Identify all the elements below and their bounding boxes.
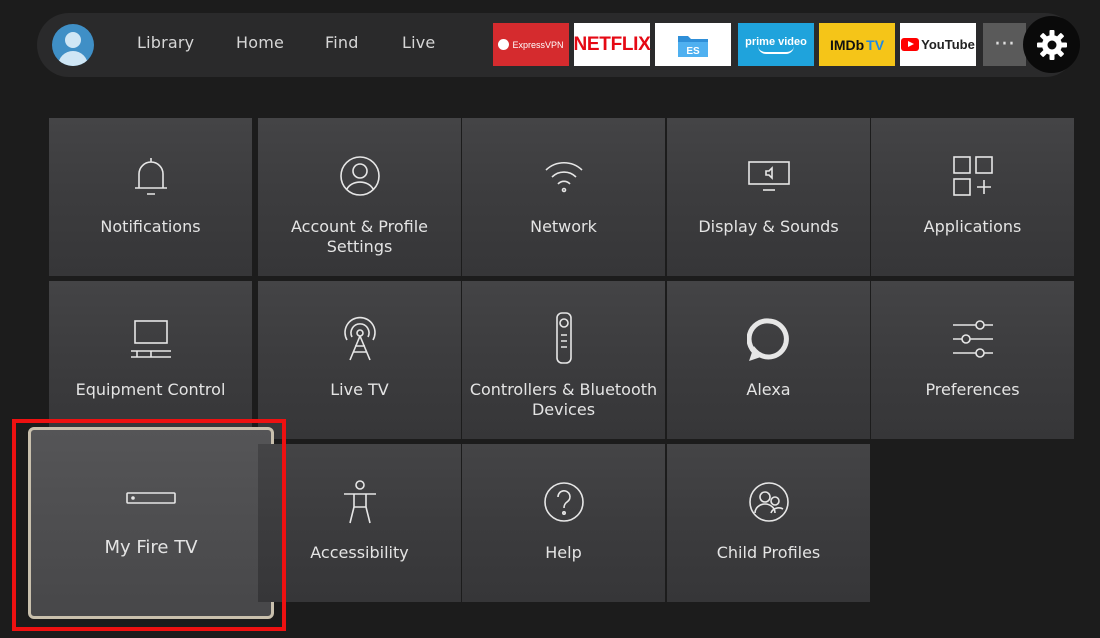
tile-my-fire-tv[interactable]: My Fire TV <box>28 427 274 619</box>
profile-avatar[interactable] <box>52 24 94 66</box>
tile-label: Help <box>545 543 582 562</box>
imdb-label: IMDb <box>829 36 865 53</box>
tile-display-sounds[interactable]: Display & Sounds <box>667 118 870 276</box>
imdb-tv-label: TV <box>866 36 885 53</box>
tile-label: Alexa <box>746 380 791 399</box>
tile-label: Network <box>530 217 597 236</box>
remote-icon <box>554 311 574 365</box>
child-profiles-icon <box>747 478 791 526</box>
tile-preferences[interactable]: Preferences <box>871 281 1074 439</box>
sliders-icon <box>950 315 996 363</box>
nav-live[interactable]: Live <box>402 33 435 52</box>
help-icon <box>542 478 586 526</box>
wifi-icon <box>542 152 586 200</box>
more-apps-button[interactable]: ··· <box>983 23 1026 66</box>
nav-library[interactable]: Library <box>137 33 194 52</box>
fire-tv-stick-icon <box>125 486 177 510</box>
nav-home[interactable]: Home <box>236 33 284 52</box>
tile-label: Account & Profile Settings <box>291 217 428 256</box>
settings-button[interactable] <box>1023 16 1080 73</box>
expressvpn-label: ExpressVPN <box>512 39 564 50</box>
tile-label: Child Profiles <box>716 543 821 562</box>
youtube-play-icon <box>901 38 920 51</box>
tile-label: Preferences <box>925 380 1020 399</box>
tile-label: My Fire TV <box>104 537 198 558</box>
tile-notifications[interactable]: Notifications <box>49 118 252 276</box>
tile-account-profile-settings[interactable]: Account & Profile Settings <box>258 118 461 276</box>
tile-label: Applications <box>923 217 1022 236</box>
tile-label: Notifications <box>100 217 201 236</box>
app-es-file-explorer[interactable]: ES <box>655 23 731 66</box>
expressvpn-logo-icon <box>498 39 510 50</box>
app-prime-video[interactable]: prime video <box>738 23 814 66</box>
tile-applications[interactable]: Applications <box>871 118 1074 276</box>
bell-icon <box>131 152 171 200</box>
display-icon <box>746 152 792 200</box>
app-netflix[interactable]: NETFLIX <box>573 23 651 66</box>
avatar-head <box>65 32 81 48</box>
tile-help[interactable]: Help <box>462 444 665 602</box>
more-icon: ··· <box>994 32 1015 57</box>
apps-grid-icon <box>951 152 995 200</box>
app-imdb-tv[interactable]: IMDb TV <box>819 23 895 66</box>
svg-text:ES: ES <box>686 46 700 57</box>
tile-controllers-bluetooth[interactable]: Controllers & Bluetooth Devices <box>462 281 665 439</box>
tile-label: Controllers & Bluetooth Devices <box>469 380 658 419</box>
tile-alexa[interactable]: Alexa <box>667 281 870 439</box>
app-youtube[interactable]: YouTube <box>900 23 976 66</box>
tile-label: Display & Sounds <box>698 217 839 236</box>
profile-icon <box>338 152 382 200</box>
nav-find[interactable]: Find <box>325 33 359 52</box>
gear-icon <box>1036 29 1067 60</box>
netflix-label: NETFLIX <box>573 33 651 55</box>
equipment-icon <box>127 315 175 363</box>
tile-label: Equipment Control <box>75 380 226 399</box>
tile-child-profiles[interactable]: Child Profiles <box>667 444 870 602</box>
accessibility-icon <box>340 478 380 526</box>
youtube-label: YouTube <box>921 37 975 52</box>
tile-network[interactable]: Network <box>462 118 665 276</box>
app-expressvpn[interactable]: ExpressVPN <box>493 23 569 66</box>
tile-accessibility[interactable]: Accessibility <box>258 444 461 602</box>
tile-label: Live TV <box>330 380 389 399</box>
prime-smile-icon <box>758 46 794 54</box>
tile-label: Accessibility <box>310 543 409 562</box>
alexa-ring-icon <box>746 315 791 363</box>
tile-equipment-control[interactable]: Equipment Control <box>49 281 252 439</box>
antenna-icon <box>338 315 382 363</box>
avatar-shoulders <box>58 51 88 66</box>
es-folder-icon: ES <box>678 35 708 57</box>
tile-live-tv[interactable]: Live TV <box>258 281 461 439</box>
